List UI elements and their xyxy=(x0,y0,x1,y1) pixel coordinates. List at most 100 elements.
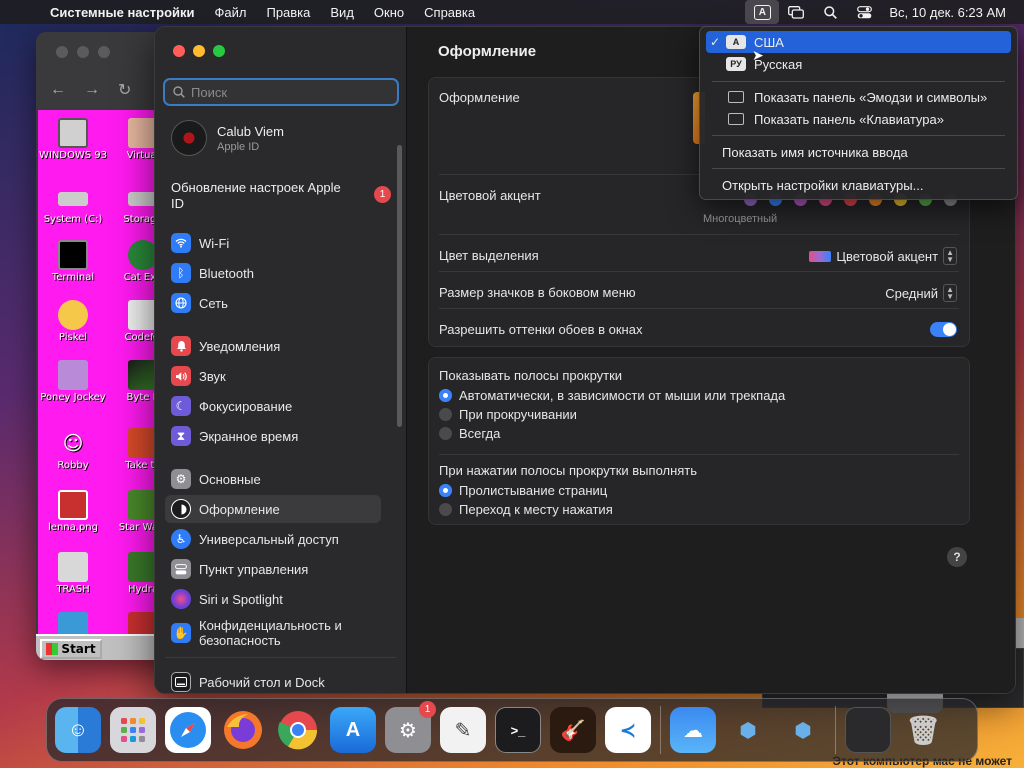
wallpaper-tinting-label: Разрешить оттенки обоев в окнах xyxy=(439,322,643,337)
dock-virtualbox-vm-icon[interactable]: ⬢ xyxy=(780,707,826,753)
radio-scroll-when-scrolling[interactable]: При прокручивании xyxy=(439,407,577,422)
minimize-button[interactable] xyxy=(193,45,205,57)
dock-vscode-icon[interactable]: ≺ xyxy=(605,707,651,753)
sidebar-item-appearance[interactable]: Оформление xyxy=(165,495,381,523)
sidebar-scrollbar[interactable] xyxy=(397,145,402,427)
dock-terminal-icon[interactable]: >_ xyxy=(495,707,541,753)
menu-app-name[interactable]: Системные настройки xyxy=(40,5,205,20)
dock-chrome-icon[interactable] xyxy=(275,707,321,753)
sidebar-item-privacy[interactable]: ✋ Конфиденциальность и безопасность xyxy=(165,616,381,650)
sidebar-item-accessibility[interactable]: ♿ Универсальный доступ xyxy=(165,525,381,553)
desktop-icon-windows93[interactable]: WINDOWS 93 xyxy=(38,118,108,161)
sidebar-item-label: Рабочий стол и Dock xyxy=(199,674,325,690)
menu-item-show-source-name[interactable]: Показать имя источника ввода xyxy=(706,141,1011,163)
wallpaper-tinting-toggle[interactable] xyxy=(930,322,957,337)
radio-jump-next-page[interactable]: Пролистывание страниц xyxy=(439,483,607,498)
avatar xyxy=(171,120,207,156)
sidebar-item-label: Wi-Fi xyxy=(199,235,230,251)
sidebar-item-control-center[interactable]: Пункт управления xyxy=(165,555,381,583)
accessibility-icon: ♿ xyxy=(171,529,191,549)
window-controls xyxy=(173,45,225,57)
start-button[interactable]: Start xyxy=(40,639,102,659)
icon-size-popup[interactable]: Средний ▲ ▼ xyxy=(885,284,957,302)
sidebar-item-general[interactable]: ⚙ Основные xyxy=(165,465,381,493)
menu-help[interactable]: Справка xyxy=(414,5,485,20)
desktop-icon-lenna[interactable]: lenna.png xyxy=(38,490,108,533)
desktop-icon-robby[interactable]: ☺ Robby xyxy=(38,428,108,471)
apple-id-update-item[interactable]: Обновление настроек Apple ID 1 xyxy=(171,180,391,212)
sidebar-item-notifications[interactable]: Уведомления xyxy=(165,332,381,360)
search-icon xyxy=(173,86,185,98)
search-field[interactable] xyxy=(163,78,399,106)
radio-scroll-always[interactable]: Всегда xyxy=(439,426,500,441)
desktop-icon-system-c[interactable]: System (C:) xyxy=(38,182,108,225)
spotlight-search-icon[interactable] xyxy=(813,0,847,24)
menu-item-show-emoji[interactable]: Показать панель «Эмодзи и символы» xyxy=(706,86,1011,108)
sidebar-item-screen-time[interactable]: ⧗ Экранное время xyxy=(165,422,381,450)
accent-caption: Многоцветный xyxy=(703,213,778,225)
radio-label: Автоматически, в зависимости от мыши или… xyxy=(459,388,786,403)
dock-finder-icon[interactable]: ☺ xyxy=(55,707,101,753)
sidebar-item-siri-spotlight[interactable]: Siri и Spotlight xyxy=(165,585,381,613)
menu-item-show-keyboard[interactable]: Показать панель «Клавиатура» xyxy=(706,108,1011,130)
desktop-icon-piskel[interactable]: Piskel xyxy=(38,300,108,343)
dock-trash-icon[interactable]: 🗑 xyxy=(900,707,946,753)
dock-safari-icon[interactable] xyxy=(165,707,211,753)
menu-view[interactable]: Вид xyxy=(320,5,364,20)
desktop-icon-poney-jockey[interactable]: Poney Jockey xyxy=(38,360,108,403)
keyboard-icon xyxy=(728,113,744,125)
input-source-menu[interactable]: A xyxy=(745,0,780,24)
sidebar-item-wifi[interactable]: Wi-Fi xyxy=(165,229,381,257)
zoom-button[interactable] xyxy=(213,45,225,57)
sidebar-item-desktop-dock[interactable]: Рабочий стол и Dock xyxy=(165,668,381,693)
dock-weather-icon[interactable]: ☁ xyxy=(670,707,716,753)
screen-mirroring-icon[interactable] xyxy=(779,0,813,24)
hand-icon: ✋ xyxy=(171,623,191,643)
notification-badge: 1 xyxy=(374,186,391,203)
update-label: Обновление настроек Apple ID xyxy=(171,180,341,211)
zoom-button[interactable] xyxy=(98,46,110,58)
highlight-color-popup[interactable]: Цветовой акцент ▲ ▼ xyxy=(809,247,957,265)
help-button[interactable]: ? xyxy=(947,547,967,567)
sidebar-item-label: Звук xyxy=(199,368,226,384)
dock-firefox-icon[interactable] xyxy=(220,707,266,753)
sidebar-item-sound[interactable]: Звук xyxy=(165,362,381,390)
sidebar-item-bluetooth[interactable]: ᛒ Bluetooth xyxy=(165,259,381,287)
menu-item-keyboard-settings[interactable]: Открыть настройки клавиатуры... xyxy=(706,174,1011,196)
desktop-icon-terminal[interactable]: Terminal xyxy=(38,240,108,283)
apple-id-account[interactable]: Calub Viem Apple ID xyxy=(171,120,284,156)
dock-garageband-icon[interactable]: 🎸 xyxy=(550,707,596,753)
menu-edit[interactable]: Правка xyxy=(256,5,320,20)
back-arrow-icon[interactable]: ← xyxy=(50,81,66,99)
close-button[interactable] xyxy=(173,45,185,57)
close-button[interactable] xyxy=(56,46,68,58)
dock-textedit-icon[interactable]: ✎ xyxy=(440,707,486,753)
menubar-clock[interactable]: Вс, 10 дек. 6:23 AM xyxy=(881,5,1024,20)
radio-jump-to-spot[interactable]: Переход к месту нажатия xyxy=(439,502,613,517)
search-input[interactable] xyxy=(191,84,381,100)
chevron-updown-icon: ▲ ▼ xyxy=(943,284,957,302)
sidebar-item-focus[interactable]: ☾ Фокусирование xyxy=(165,392,381,420)
pony-icon xyxy=(58,360,88,390)
dock-virtualbox-icon[interactable]: ⬢ xyxy=(725,707,771,753)
dock-separator xyxy=(835,706,836,754)
radio-scroll-automatic[interactable]: Автоматически, в зависимости от мыши или… xyxy=(439,388,785,403)
reload-icon[interactable]: ↻ xyxy=(118,80,131,100)
sidebar-item-network[interactable]: Сеть xyxy=(165,289,381,317)
desktop-icon-label: Piskel xyxy=(58,332,88,343)
menu-window[interactable]: Окно xyxy=(364,5,414,20)
divider xyxy=(439,454,959,455)
menu-bar: Системные настройки Файл Правка Вид Окно… xyxy=(0,0,1024,24)
bluetooth-icon: ᛒ xyxy=(171,263,191,283)
dock-launchpad-icon[interactable] xyxy=(110,707,156,753)
forward-arrow-icon[interactable]: → xyxy=(84,81,100,99)
menu-file[interactable]: Файл xyxy=(205,5,257,20)
desktop-icon-trash[interactable]: TRASH xyxy=(38,552,108,595)
input-source-icon: A xyxy=(753,4,771,20)
stickman-icon: ☺ xyxy=(62,431,84,455)
minimize-button[interactable] xyxy=(77,46,89,58)
control-center-icon[interactable] xyxy=(847,0,881,24)
dock-screen-icon[interactable] xyxy=(845,707,891,753)
dock-app-store-icon[interactable]: A xyxy=(330,707,376,753)
dock-system-settings-icon[interactable]: ⚙ 1 xyxy=(385,701,436,753)
